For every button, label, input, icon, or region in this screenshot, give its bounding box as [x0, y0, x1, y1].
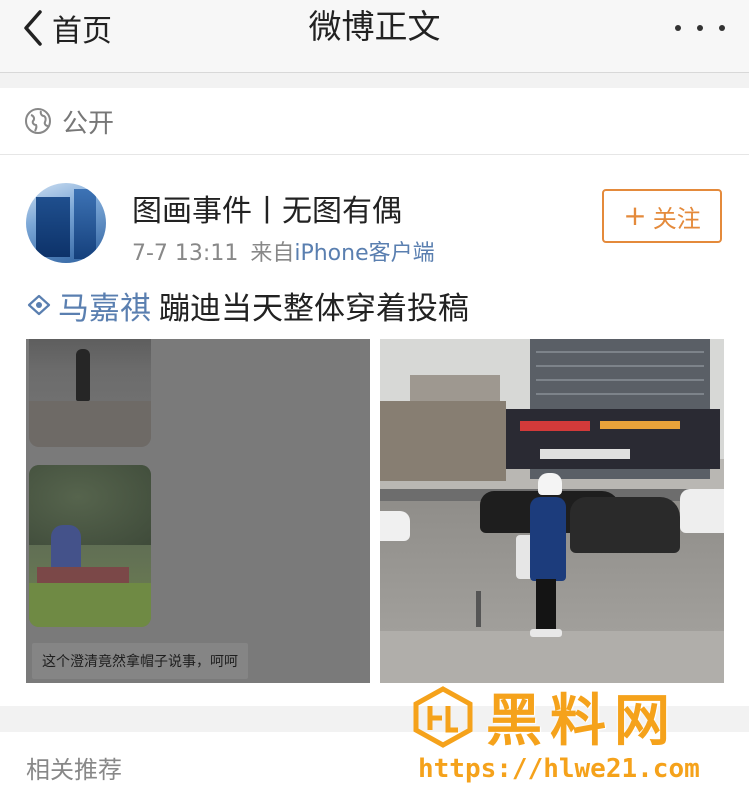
post-body-text: 蹦迪当天整体穿着投稿	[159, 290, 469, 327]
visibility-label: 公开	[62, 108, 115, 139]
tower-floor	[536, 379, 704, 381]
related-section-title: 相关推荐	[26, 756, 122, 784]
more-dot	[719, 25, 725, 31]
photo-grass	[29, 583, 151, 627]
photo-building	[380, 401, 506, 481]
photo-person	[76, 349, 90, 401]
image-photo-top	[29, 339, 151, 447]
photo-car	[380, 511, 410, 541]
post-time: 7-7 13:11	[132, 241, 239, 266]
visibility-row: 公开	[0, 88, 749, 155]
image-caption: 这个澄清竟然拿帽子说事，呵呵	[42, 654, 238, 670]
post-meta: 7-7 13:11 来自iPhone客户端	[132, 235, 435, 267]
photo-tree	[29, 465, 151, 545]
photo-legs	[536, 579, 556, 631]
author-name[interactable]: 图画事件丨无图有偶	[132, 186, 402, 230]
chevron-left-icon	[24, 10, 42, 46]
post-text: 马嘉祺 蹦迪当天整体穿着投稿	[26, 282, 469, 328]
plus-icon: +	[623, 199, 647, 232]
photo-sign	[600, 421, 680, 429]
image-caption-bar: 这个澄清竟然拿帽子说事，呵呵	[32, 643, 248, 679]
tower-floor	[536, 365, 704, 367]
photo-sidewalk	[380, 631, 724, 683]
photo-shop-signs	[506, 409, 720, 469]
more-dots-icon	[675, 25, 681, 31]
globe-icon	[25, 108, 51, 134]
avatar[interactable]	[26, 183, 106, 263]
avatar-shape	[36, 197, 70, 257]
post-image-1[interactable]: 这个澄清竟然拿帽子说事，呵呵	[26, 339, 370, 683]
section-divider	[0, 73, 749, 88]
photo-sign	[520, 421, 590, 431]
source-prefix: 来自	[250, 241, 295, 266]
photo-shoes	[530, 629, 562, 637]
image-photo-bottom	[29, 465, 151, 627]
section-divider	[0, 706, 749, 732]
follow-button[interactable]: + 关注	[602, 189, 722, 243]
photo-flowers	[37, 567, 129, 583]
source-link[interactable]: iPhone客户端	[294, 241, 434, 266]
watermark: 黑料网 https://hlwe21.com	[412, 682, 742, 790]
photo-car	[680, 489, 724, 533]
more-dot	[697, 25, 703, 31]
nav-bar: 首页 微博正文	[0, 0, 749, 73]
back-button[interactable]: 首页	[18, 8, 112, 49]
photo-person	[530, 497, 566, 581]
super-topic-icon	[27, 294, 51, 316]
topic-link[interactable]: 马嘉祺	[58, 283, 151, 328]
back-label: 首页	[52, 14, 112, 49]
more-options-button[interactable]	[675, 16, 725, 40]
photo-road	[29, 401, 151, 447]
photo-bollard	[476, 591, 481, 627]
post-image-2[interactable]	[380, 339, 724, 683]
page-title: 微博正文	[308, 7, 441, 46]
avatar-shape	[74, 189, 96, 259]
photo-car	[570, 497, 680, 553]
photo-sign	[540, 449, 630, 459]
follow-label: 关注	[652, 204, 701, 233]
watermark-url: https://hlwe21.com	[418, 754, 700, 784]
photo-hat	[538, 473, 562, 495]
tower-floor	[536, 393, 704, 395]
tower-floor	[536, 351, 704, 353]
